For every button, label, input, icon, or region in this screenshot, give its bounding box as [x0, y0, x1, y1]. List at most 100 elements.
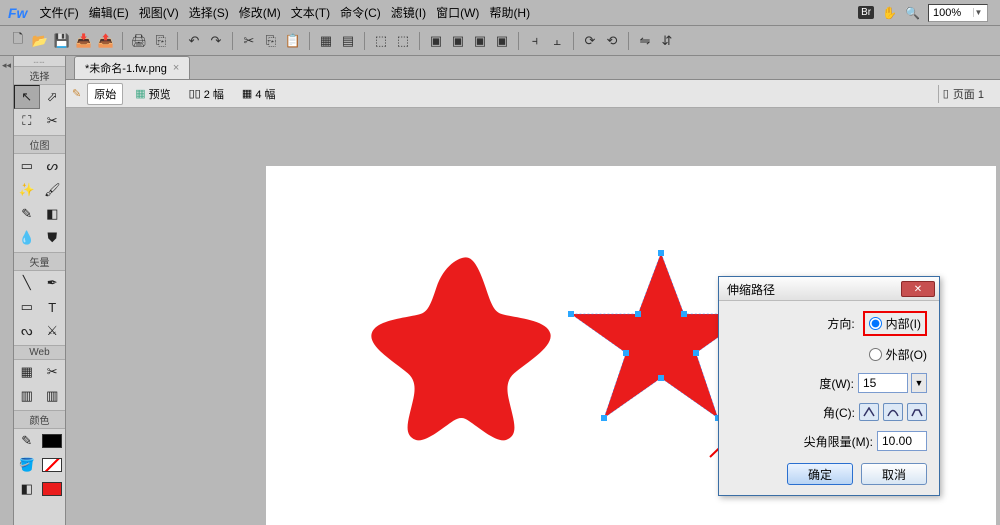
- lasso-tool[interactable]: ᔕ: [40, 154, 66, 178]
- send-back-icon[interactable]: ▣: [492, 31, 512, 51]
- bridge-icon[interactable]: Br: [858, 6, 874, 19]
- separator: [364, 32, 365, 50]
- pen-preview-icon[interactable]: ✎: [72, 87, 81, 100]
- show-slices-icon[interactable]: ▥: [40, 384, 66, 408]
- rotate-cw-icon[interactable]: ⟳: [580, 31, 600, 51]
- send-backward-icon[interactable]: ▣: [470, 31, 490, 51]
- close-tab-icon[interactable]: ×: [173, 62, 179, 74]
- hotspot-tool[interactable]: ▦: [14, 360, 40, 384]
- menu-commands[interactable]: 命令(C): [340, 4, 381, 21]
- flip-h-icon[interactable]: ⇋: [635, 31, 655, 51]
- hand-tool-icon[interactable]: ✋: [882, 6, 897, 20]
- zoom-level-input[interactable]: 100% ▼: [928, 4, 988, 22]
- align-icon[interactable]: ⫞: [525, 31, 545, 51]
- magic-wand-tool[interactable]: ✨: [14, 178, 40, 202]
- blur-tool[interactable]: 💧: [14, 226, 40, 250]
- freeform-tool[interactable]: ᔓ: [14, 319, 40, 343]
- angle-bevel-button[interactable]: [907, 403, 927, 421]
- line-tool[interactable]: ╲: [14, 271, 40, 295]
- separator: [177, 32, 178, 50]
- paste-icon[interactable]: 📋: [283, 31, 303, 51]
- page-icon[interactable]: ▦: [316, 31, 336, 51]
- zoom-dropdown-icon[interactable]: ▼: [973, 8, 983, 17]
- section-web: Web: [14, 345, 65, 360]
- marquee-tool[interactable]: ▭: [14, 154, 40, 178]
- distribute-icon[interactable]: ⫠: [547, 31, 567, 51]
- width-input[interactable]: [858, 373, 908, 393]
- view-tab-original[interactable]: 原始: [87, 83, 123, 105]
- stroke-swatch[interactable]: [40, 429, 66, 453]
- view-tab-4up[interactable]: ▦4 幅: [236, 84, 282, 104]
- states-icon[interactable]: ▤: [338, 31, 358, 51]
- separator: [309, 32, 310, 50]
- angle-miter-button[interactable]: [859, 403, 879, 421]
- menu-view[interactable]: 视图(V): [139, 4, 179, 21]
- menu-text[interactable]: 文本(T): [291, 4, 330, 21]
- slice-tool[interactable]: ✂: [40, 360, 66, 384]
- width-dropdown-icon[interactable]: ▼: [911, 373, 927, 393]
- document-tab-bar: *未命名-1.fw.png ×: [66, 56, 1000, 80]
- shape-tool[interactable]: ▭: [14, 295, 40, 319]
- eraser-tool[interactable]: ◧: [40, 202, 66, 226]
- print-icon[interactable]: 🖨: [129, 31, 149, 51]
- stamp-tool[interactable]: ⛊: [40, 226, 66, 250]
- group-icon[interactable]: ⬚: [371, 31, 391, 51]
- angle-round-button[interactable]: [883, 403, 903, 421]
- ok-button[interactable]: 确定: [787, 463, 853, 485]
- dialog-close-button[interactable]: ✕: [901, 281, 935, 297]
- knife-tool[interactable]: ⚔: [40, 319, 66, 343]
- import-icon[interactable]: 📥: [74, 31, 94, 51]
- rounded-star-shape[interactable]: [366, 246, 576, 446]
- scale-tool[interactable]: ⛶: [14, 109, 40, 133]
- dialog-titlebar[interactable]: 伸缩路径 ✕: [719, 277, 939, 301]
- fill-swatch[interactable]: [40, 453, 66, 477]
- pencil-tool[interactable]: ✎: [14, 202, 40, 226]
- tools-panel: ┄┄ 选择 ↖ ⬀ ⛶ ✂ 位图 ▭ ᔕ ✨ 🖌 ✎ ◧ 💧 ⛊ 矢量 ╲: [14, 56, 66, 525]
- miter-input[interactable]: [877, 431, 927, 451]
- bring-front-icon[interactable]: ▣: [426, 31, 446, 51]
- save-icon[interactable]: 💾: [52, 31, 72, 51]
- cut-icon[interactable]: ✂: [239, 31, 259, 51]
- new-icon[interactable]: 🗋: [8, 31, 28, 51]
- menu-file[interactable]: 文件(F): [39, 4, 78, 21]
- menu-modify[interactable]: 修改(M): [239, 4, 281, 21]
- swap-colors-swatch[interactable]: [40, 477, 66, 501]
- bring-forward-icon[interactable]: ▣: [448, 31, 468, 51]
- separator: [573, 32, 574, 50]
- pointer-tool[interactable]: ↖: [14, 85, 40, 109]
- cancel-button[interactable]: 取消: [861, 463, 927, 485]
- rotate-ccw-icon[interactable]: ⟲: [602, 31, 622, 51]
- redo-icon[interactable]: ↷: [206, 31, 226, 51]
- menu-filters[interactable]: 滤镜(I): [391, 4, 426, 21]
- menu-edit[interactable]: 编辑(E): [89, 4, 129, 21]
- ungroup-icon[interactable]: ⬚: [393, 31, 413, 51]
- flip-v-icon[interactable]: ⇵: [657, 31, 677, 51]
- page-indicator[interactable]: ▯ 页面 1: [938, 85, 994, 103]
- view-tab-2up[interactable]: ▯▯2 幅: [183, 84, 230, 104]
- canvas-area[interactable]: 伸缩路径 ✕ 方向: 内部(I) 外部(O): [66, 108, 1000, 525]
- menu-help[interactable]: 帮助(H): [489, 4, 530, 21]
- undo-icon[interactable]: ↶: [184, 31, 204, 51]
- direction-outside-radio[interactable]: [869, 348, 882, 361]
- outside-label: 外部(O): [886, 346, 927, 363]
- menu-window[interactable]: 窗口(W): [436, 4, 479, 21]
- pen-tool[interactable]: ✒: [40, 271, 66, 295]
- panel-collapse-handle[interactable]: ◂◂: [0, 56, 14, 525]
- open-icon[interactable]: 📂: [30, 31, 50, 51]
- fill-color-tool[interactable]: 🪣: [14, 453, 40, 477]
- copy-icon[interactable]: ⎘: [261, 31, 281, 51]
- brush-tool[interactable]: 🖌: [40, 178, 66, 202]
- menu-select[interactable]: 选择(S): [189, 4, 229, 21]
- document-tab[interactable]: *未命名-1.fw.png ×: [74, 56, 190, 79]
- zoom-tool-icon[interactable]: 🔍: [905, 6, 920, 20]
- stroke-color-tool[interactable]: ✎: [14, 429, 40, 453]
- default-colors-icon[interactable]: ◧: [14, 477, 40, 501]
- html-export-icon[interactable]: ⎘: [151, 31, 171, 51]
- direction-inside-radio[interactable]: [869, 317, 882, 330]
- hide-slices-icon[interactable]: ▥: [14, 384, 40, 408]
- export-icon[interactable]: 📤: [96, 31, 116, 51]
- text-tool[interactable]: T: [40, 295, 66, 319]
- view-tab-preview[interactable]: ▦预览: [129, 84, 176, 104]
- crop-tool[interactable]: ✂: [40, 109, 66, 133]
- subselect-tool[interactable]: ⬀: [40, 85, 65, 109]
